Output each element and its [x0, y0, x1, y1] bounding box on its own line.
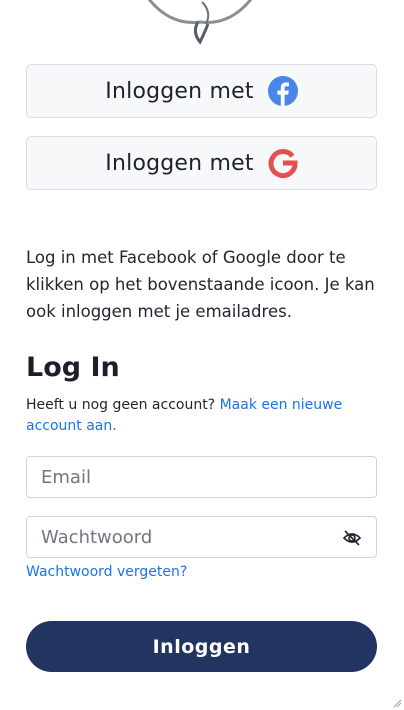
email-field[interactable]: [41, 457, 376, 497]
facebook-login-button[interactable]: Inloggen met: [26, 64, 377, 118]
login-submit-button[interactable]: Inloggen: [26, 621, 377, 672]
no-account-text: Heeft u nog geen account? Maak een nieuw…: [26, 395, 366, 437]
resize-grip-icon[interactable]: [392, 698, 402, 708]
no-account-label: Heeft u nog geen account?: [26, 397, 216, 413]
password-field-wrapper: [26, 516, 377, 558]
google-login-button[interactable]: Inloggen met: [26, 136, 377, 190]
page-title: Log In: [26, 352, 120, 383]
eye-slash-icon[interactable]: [342, 528, 362, 548]
google-login-label: Inloggen met: [105, 150, 254, 176]
forgot-password-link[interactable]: Wachtwoord vergeten?: [26, 564, 187, 580]
password-field[interactable]: [41, 517, 336, 557]
email-field-wrapper: [26, 456, 377, 498]
intro-text: Log in met Facebook of Google door te kl…: [26, 248, 375, 321]
google-icon: [268, 149, 298, 178]
facebook-icon: [267, 76, 298, 106]
logo-icon: [147, 0, 253, 45]
facebook-login-label: Inloggen met: [105, 78, 254, 104]
